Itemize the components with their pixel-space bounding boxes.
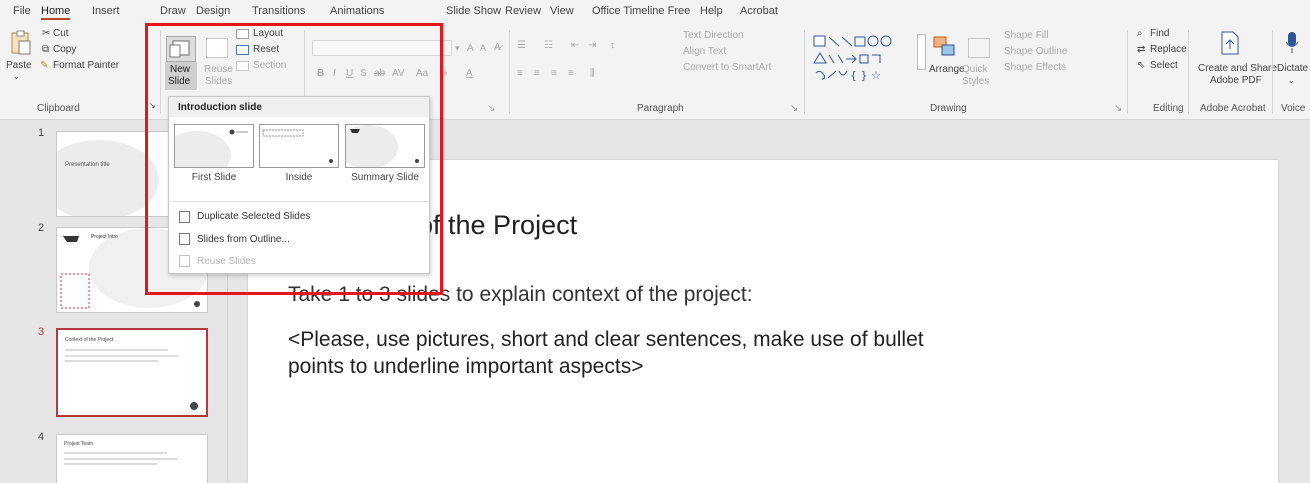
menu-help[interactable]: Help xyxy=(700,5,723,17)
slide-thumbnail-4[interactable]: Project Team xyxy=(56,434,208,483)
create-pdf-icon[interactable] xyxy=(1220,31,1240,55)
dictate-button[interactable]: Dictate xyxy=(1277,63,1308,74)
create-share-button[interactable]: Create and Share xyxy=(1198,63,1277,74)
menu-design[interactable]: Design xyxy=(196,5,230,17)
menu-insert[interactable]: Insert xyxy=(92,5,120,17)
shapes-gallery[interactable]: { } ☆ xyxy=(812,33,916,89)
find-icon[interactable]: ⌕ xyxy=(1137,28,1143,39)
menu-draw[interactable]: Draw xyxy=(160,5,186,17)
menu-office-timeline[interactable]: Office Timeline Free xyxy=(592,5,690,17)
font-color-icon[interactable]: A xyxy=(466,68,473,79)
bullets-icon[interactable]: ☰ xyxy=(517,40,526,51)
copy-icon[interactable]: ⧉ xyxy=(42,44,49,55)
font-launcher-icon[interactable]: ↘ xyxy=(487,103,495,114)
arrange-button[interactable]: Arrange xyxy=(929,64,965,75)
menu-slide-show[interactable]: Slide Show xyxy=(446,5,501,17)
convert-smartart-button[interactable]: Convert to SmartArt xyxy=(683,62,771,73)
format-painter-button[interactable]: Format Painter xyxy=(53,60,119,71)
text-direction-button[interactable]: Text Direction xyxy=(683,30,744,41)
svg-text:{ } ☆: { } ☆ xyxy=(850,69,881,82)
find-button[interactable]: Find xyxy=(1150,28,1169,39)
replace-button[interactable]: Replace xyxy=(1150,44,1187,55)
grow-font-button[interactable]: A xyxy=(467,43,474,54)
menu-home[interactable]: Home xyxy=(41,5,71,20)
font-size-chevron-icon[interactable]: ▾ xyxy=(455,43,460,54)
menu-animations[interactable]: Animations xyxy=(330,5,384,17)
shape-effects-button[interactable]: Shape Effects xyxy=(1004,62,1066,73)
shape-outline-button[interactable]: Shape Outline xyxy=(1004,46,1067,57)
menu-bar: File Home Insert Draw Design Transitions… xyxy=(0,0,1310,22)
quick-styles-button[interactable]: Quick Styles xyxy=(962,64,1002,88)
ribbon-separator xyxy=(1272,30,1273,114)
clipboard-group-label: Clipboard xyxy=(37,103,80,114)
slide-body-line-2[interactable]: <Please, use pictures, short and clear s… xyxy=(288,328,924,352)
slide-body-line-3[interactable]: points to underline important aspects> xyxy=(288,355,643,379)
editing-group-label: Editing xyxy=(1153,103,1184,114)
paste-button[interactable]: Paste xyxy=(6,60,32,71)
drawing-group-label: Drawing xyxy=(930,103,967,114)
shapes-scroll[interactable] xyxy=(917,34,926,70)
thumb-1-title: Presentation title xyxy=(65,162,110,168)
line-spacing-icon[interactable]: ↕ xyxy=(610,40,615,51)
paragraph-launcher-icon[interactable]: ↘ xyxy=(790,103,798,114)
drawing-launcher-icon[interactable]: ↘ xyxy=(1114,103,1122,114)
thumb-2-title: Project Intro xyxy=(91,234,118,240)
arrange-icon[interactable] xyxy=(933,36,957,58)
paste-icon[interactable] xyxy=(10,30,32,56)
clear-format-icon[interactable]: A̷ xyxy=(494,42,501,53)
decrease-indent-icon[interactable]: ⇤ xyxy=(571,40,579,51)
align-center-icon[interactable]: ≡ xyxy=(534,68,540,79)
paste-chevron-icon[interactable]: ⌄ xyxy=(13,72,20,81)
increase-indent-icon[interactable]: ⇥ xyxy=(588,40,596,51)
menu-transitions[interactable]: Transitions xyxy=(252,5,305,17)
ribbon-separator xyxy=(804,30,805,114)
cut-icon[interactable]: ✂ xyxy=(42,28,50,39)
select-button[interactable]: Select xyxy=(1150,60,1178,71)
microphone-icon[interactable] xyxy=(1285,31,1299,55)
shape-fill-button[interactable]: Shape Fill xyxy=(1004,30,1048,41)
replace-icon[interactable]: ⇄ xyxy=(1137,44,1145,55)
numbering-icon[interactable]: ☷ xyxy=(544,40,553,51)
justify-icon[interactable]: ≡ xyxy=(568,68,574,79)
ribbon-separator xyxy=(509,30,510,114)
menu-review[interactable]: Review xyxy=(505,5,541,17)
slide-number: 3 xyxy=(38,326,45,338)
align-right-icon[interactable]: ≡ xyxy=(551,68,557,79)
shrink-font-button[interactable]: A xyxy=(480,43,486,53)
slide-number: 1 xyxy=(38,127,45,139)
align-text-button[interactable]: Align Text xyxy=(683,46,726,57)
format-painter-icon[interactable]: ✎ xyxy=(40,60,48,71)
slide-number: 4 xyxy=(38,431,45,443)
align-left-icon[interactable]: ≡ xyxy=(517,68,523,79)
slide-thumbnail-3[interactable]: Context of the Project xyxy=(56,328,208,417)
menu-acrobat[interactable]: Acrobat xyxy=(740,5,778,17)
select-icon[interactable]: ⇖ xyxy=(1137,60,1145,71)
slide-number: 2 xyxy=(38,222,45,234)
ribbon-separator xyxy=(1188,30,1189,114)
menu-view[interactable]: View xyxy=(550,5,574,17)
dictate-chevron-icon[interactable]: ⌄ xyxy=(1288,76,1295,85)
copy-button[interactable]: Copy xyxy=(53,44,76,55)
highlight-box xyxy=(145,23,443,295)
quick-styles-icon[interactable] xyxy=(968,38,990,58)
adobe-pdf-label: Adobe PDF xyxy=(1210,75,1262,86)
ribbon-separator xyxy=(1127,30,1128,114)
columns-icon[interactable]: ⫼ xyxy=(590,68,595,79)
paragraph-group-label: Paragraph xyxy=(637,103,684,114)
acrobat-group-label: Adobe Acrobat xyxy=(1200,103,1266,114)
voice-group-label: Voice xyxy=(1281,103,1306,114)
menu-file[interactable]: File xyxy=(13,5,31,17)
cut-button[interactable]: Cut xyxy=(53,28,69,39)
